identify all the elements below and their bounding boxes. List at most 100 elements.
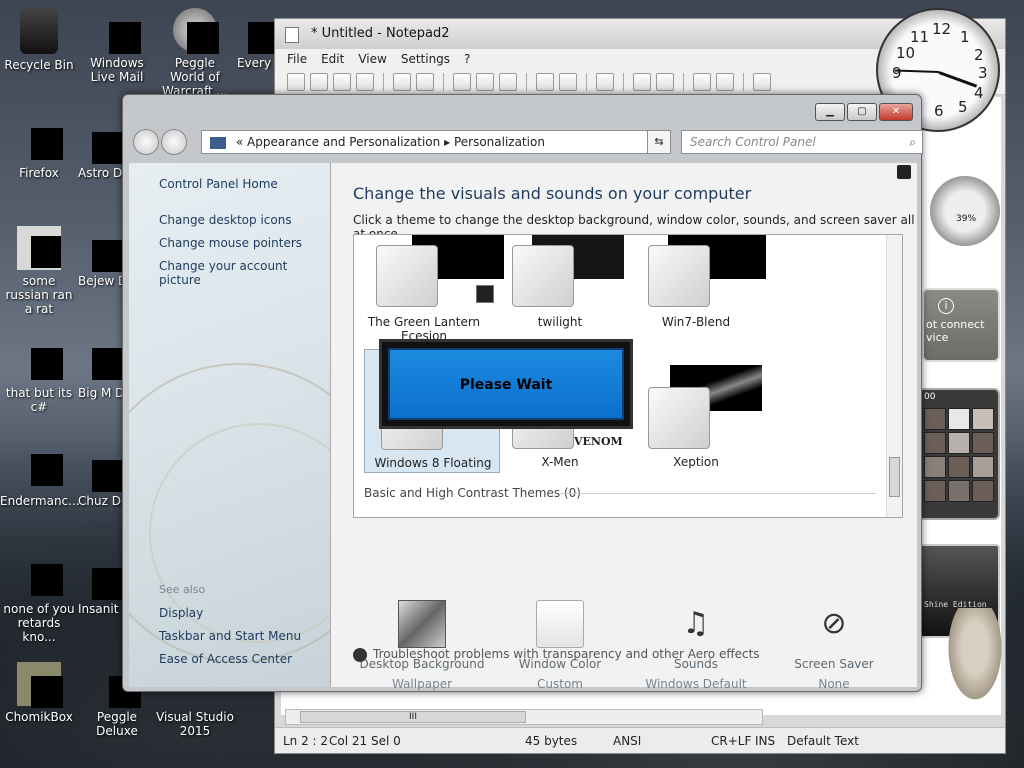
troubleshoot-link[interactable]: Troubleshoot problems with transparency … [353,647,760,662]
back-button[interactable] [133,129,159,155]
save-icon[interactable] [356,72,374,91]
link-change-desktop-icons[interactable]: Change desktop icons [159,213,292,227]
desktop-icon-csharp[interactable]: that but its c# [0,338,78,414]
refresh-button[interactable]: ⇆ [647,130,671,154]
theme-win7-blend[interactable]: Win7-Blend [632,235,766,343]
weather-gadget[interactable]: i ot connect vice [922,288,1000,362]
close-button[interactable]: ✕ [879,103,913,121]
desktop-icon-astro[interactable]: Astro Delu [78,118,122,180]
clock-numeral: 6 [934,102,944,120]
desktop-icon-label: some russian ran a rat [5,274,73,316]
browse-icon[interactable] [333,72,351,91]
desktop-icon-firefox[interactable]: Firefox [0,118,78,180]
customize-scheme-icon[interactable] [716,72,734,91]
link-display[interactable]: Display [159,606,203,620]
desktop-icon-label: Windows Live Mail [90,56,144,84]
desktop-icon-bejeweled[interactable]: Bejew Delu [78,226,122,288]
status-mode[interactable]: INS [755,734,775,748]
link-ease-of-access[interactable]: Ease of Access Center [159,652,292,666]
exit-icon[interactable] [753,72,771,91]
open-folder-icon[interactable] [310,72,328,91]
find-icon[interactable] [536,72,554,91]
new-file-icon[interactable] [287,72,305,91]
color-swatch-icon [536,600,584,648]
navigation-bar: « Appearance and Personalization ▸ Perso… [133,129,923,155]
menu-edit[interactable]: Edit [321,49,344,69]
desktop-icon-label: Recycle Bin [4,58,74,72]
theme-twilight[interactable]: twilight [496,235,624,343]
zoom-out-icon[interactable] [656,72,674,91]
desktop-icon-endermanc[interactable]: Endermanc... [0,446,80,508]
redo-icon[interactable] [416,72,434,91]
search-placeholder: Search Control Panel [690,135,816,149]
search-input[interactable]: Search Control Panel ⌕ [681,130,923,154]
breadcrumb-separator[interactable]: ▸ [444,135,450,149]
toolbar-divider [383,72,384,91]
search-icon[interactable]: ⌕ [909,131,916,153]
desktop-icon-label: Every [236,56,272,70]
desktop-icon-recycle-bin[interactable]: Recycle Bin [0,8,78,72]
link-change-account-picture[interactable]: Change your account picture [159,259,330,287]
theme-name: twilight [537,315,583,329]
undo-icon[interactable] [393,72,411,91]
gopher-gadget[interactable] [944,608,1006,708]
theme-list-scrollbar[interactable] [886,235,902,517]
scrollbar-thumb[interactable]: III [300,711,526,723]
desktop-icon-label: Astro Delu [78,166,122,180]
word-wrap-icon[interactable] [596,72,614,91]
status-scheme[interactable]: Default Text [787,734,859,748]
scheme-icon[interactable] [693,72,711,91]
menu-settings[interactable]: Settings [401,49,450,69]
help-icon[interactable] [897,165,911,179]
basic-high-contrast-group[interactable]: Basic and High Contrast Themes (0) [364,486,876,500]
address-bar[interactable]: « Appearance and Personalization ▸ Perso… [201,130,663,154]
game-icon [78,338,122,382]
link-change-mouse-pointers[interactable]: Change mouse pointers [159,236,302,250]
menu-file[interactable]: File [287,49,307,69]
menu-view[interactable]: View [358,49,386,69]
breadcrumb-overflow[interactable]: « [236,135,243,149]
cut-icon[interactable] [453,72,471,91]
replace-icon[interactable] [559,72,577,91]
breadcrumb-appearance[interactable]: Appearance and Personalization [247,135,440,149]
minimize-button[interactable]: ▁ [815,103,845,121]
theme-green-lantern[interactable]: The Green Lantern Ecesion [360,235,504,343]
desktop-icon-chuzzle[interactable]: Chuz Delu [78,446,122,508]
theme-xeption[interactable]: Xeption [632,363,762,473]
desktop-icon-label: none of you retards kno... [3,602,75,644]
link-control-panel-home[interactable]: Control Panel Home [159,177,278,191]
desktop-icon-everything[interactable]: Every [234,8,274,70]
status-encoding[interactable]: ANSI [613,734,641,748]
screen-saver-button[interactable]: ⊘ Screen Saver None [769,600,899,694]
theme-color-tile [648,245,710,307]
control-panel-icon [210,136,226,149]
xmen-logo: VENOM [574,435,623,448]
info-icon: i [938,298,954,314]
desktop-icon-insaniquarium[interactable]: Insanit Delu [78,554,122,616]
desktop-icon-windows-live-mail[interactable]: Windows Live Mail [78,8,156,84]
menu-help[interactable]: ? [464,49,470,69]
personalization-window[interactable]: ▁ ▢ ✕ « Appearance and Personalization ▸… [122,94,923,694]
zoom-in-icon[interactable] [633,72,651,91]
status-eol[interactable]: CR+LF [711,734,751,748]
desktop-icon-none-of-you[interactable]: none of you retards kno... [0,554,78,644]
scrollbar-thumb[interactable] [889,457,900,497]
link-taskbar-start-menu[interactable]: Taskbar and Start Menu [159,629,301,643]
horizontal-scrollbar[interactable]: III [285,709,763,725]
breadcrumb-personalization[interactable]: Personalization [454,135,545,149]
forward-button[interactable] [161,129,187,155]
maximize-button[interactable]: ▢ [847,103,877,121]
desktop-icon-chomikbox[interactable]: ChomikBox [0,662,78,724]
desktop-icon-russian[interactable]: some russian ran a rat [0,226,78,316]
music-notes-icon: ♫ [682,606,710,641]
desktop-icon-peggle-wow[interactable]: Peggle World of Warcraft ... [156,8,234,98]
copy-icon[interactable] [476,72,494,91]
paste-icon[interactable] [499,72,517,91]
action-value: Custom [537,677,583,691]
action-value: Windows Default [645,677,747,691]
desktop-icon-big-money[interactable]: Big M Delu [78,338,122,400]
gadget-message: vice [926,331,949,344]
cpu-meter-gadget[interactable]: 39% [930,176,1000,246]
theme-name: X-Men [541,455,579,469]
picture-puzzle-gadget[interactable]: 00 [918,388,1000,520]
